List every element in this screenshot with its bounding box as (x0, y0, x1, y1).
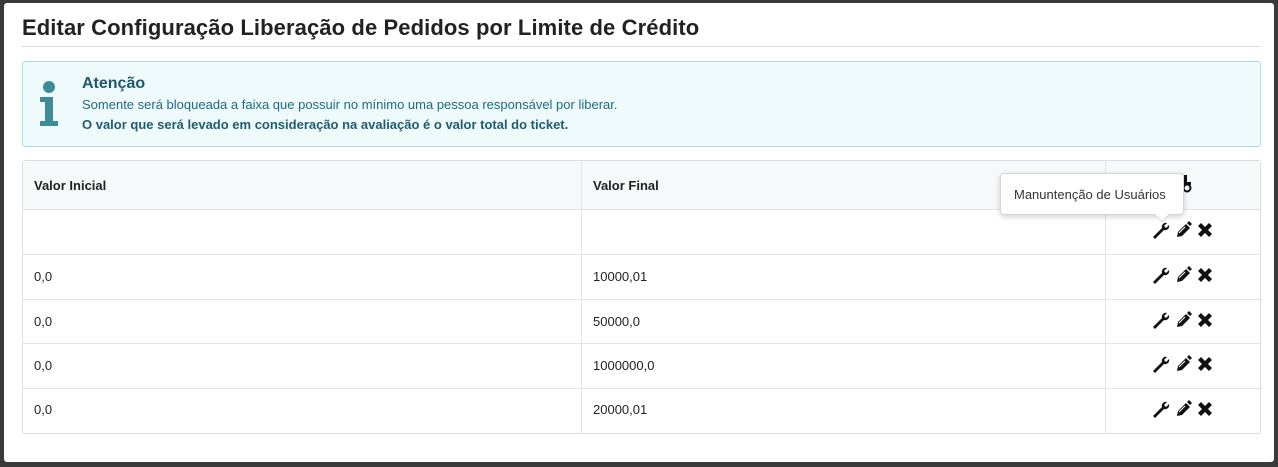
wrench-icon[interactable] (1151, 354, 1171, 374)
cell-valor-inicial: 0,0 (34, 314, 53, 329)
alert-note: O valor que será levado em consideração … (82, 117, 569, 132)
cell-valor-inicial: 0,0 (34, 269, 53, 284)
tooltip: Manuntenção de Usuários (1000, 173, 1184, 215)
delete-icon[interactable] (1195, 265, 1215, 285)
pencil-icon[interactable] (1173, 265, 1193, 285)
row-actions (1151, 265, 1215, 285)
wrench-icon[interactable] (1151, 310, 1171, 330)
row-actions (1151, 310, 1215, 330)
alert-message: Somente será bloqueada a faixa que possu… (82, 97, 618, 112)
table-row (23, 210, 1260, 255)
pencil-icon[interactable] (1173, 220, 1193, 240)
row-actions (1151, 354, 1215, 374)
page-title: Editar Configuração Liberação de Pedidos… (22, 15, 700, 40)
pencil-icon[interactable] (1173, 310, 1193, 330)
cell-valor-final: 10000,01 (593, 269, 648, 284)
row-actions (1151, 220, 1215, 240)
column-header-valor-final: Valor Final (593, 178, 659, 193)
edit-config-modal: Editar Configuração Liberação de Pedidos… (4, 3, 1274, 462)
wrench-icon[interactable] (1151, 220, 1171, 240)
wrench-icon[interactable] (1151, 265, 1171, 285)
delete-icon[interactable] (1195, 310, 1215, 330)
pencil-icon[interactable] (1173, 354, 1193, 374)
pencil-icon[interactable] (1173, 399, 1193, 419)
cell-valor-final: 1000000,0 (593, 358, 655, 373)
cell-valor-final: 50000,0 (593, 314, 640, 329)
info-alert: Atenção Somente será bloqueada a faixa q… (22, 61, 1261, 147)
cell-valor-final: 20000,01 (593, 402, 648, 417)
delete-icon[interactable] (1195, 220, 1215, 240)
cell-valor-inicial: 0,0 (34, 358, 53, 373)
tooltip-arrow (1155, 214, 1169, 221)
alert-heading: Atenção (82, 75, 146, 92)
info-icon (40, 81, 58, 126)
table-row: 0,0 10000,01 (23, 255, 1260, 300)
wrench-icon[interactable] (1151, 399, 1171, 419)
table-row: 0,0 20000,01 (23, 389, 1260, 433)
column-header-valor-inicial: Valor Inicial (34, 178, 107, 193)
cell-valor-inicial: 0,0 (34, 402, 53, 417)
table-row: 0,0 1000000,0 (23, 344, 1260, 389)
title-divider (22, 46, 1261, 47)
delete-icon[interactable] (1195, 399, 1215, 419)
delete-icon[interactable] (1195, 354, 1215, 374)
row-actions (1151, 399, 1215, 419)
table-row: 0,0 50000,0 (23, 300, 1260, 344)
